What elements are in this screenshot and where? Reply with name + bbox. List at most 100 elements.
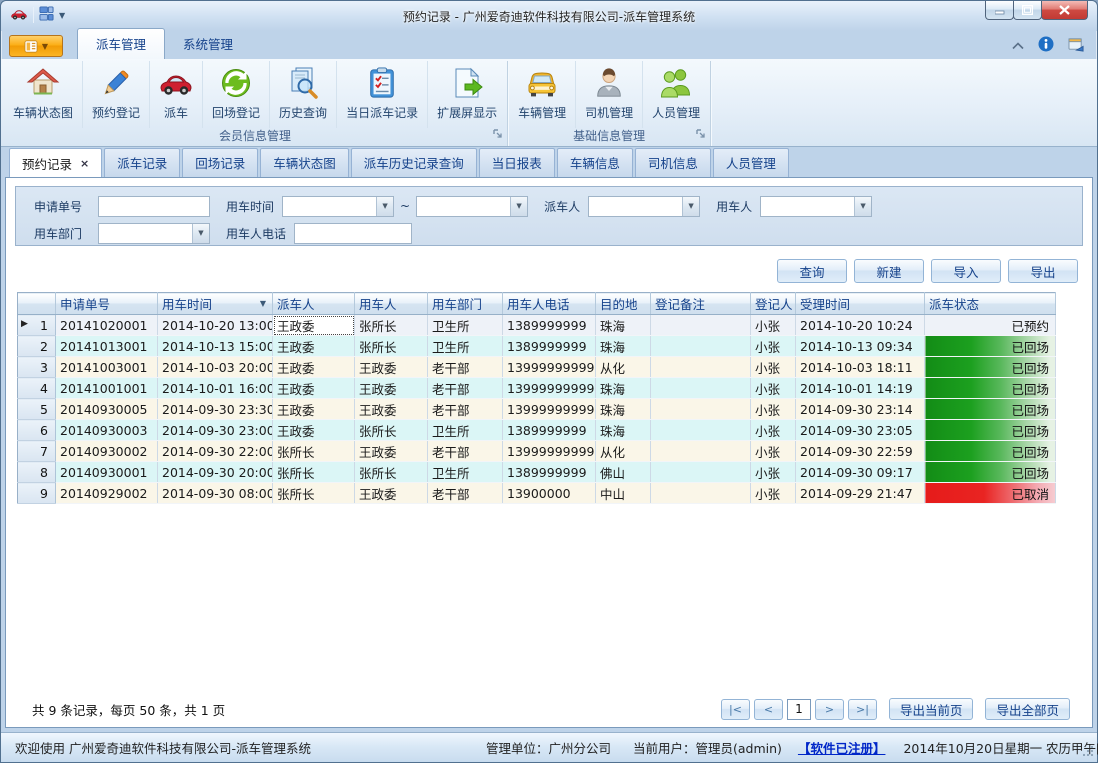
cell[interactable] bbox=[651, 462, 751, 483]
ribbon-tab-dispatch-management[interactable]: 派车管理 bbox=[77, 28, 165, 59]
row-header[interactable]: 7 bbox=[18, 441, 56, 462]
cell[interactable]: 王政委 bbox=[355, 357, 428, 378]
chevron-down-icon[interactable]: ▼ bbox=[510, 197, 527, 216]
cell[interactable]: 小张 bbox=[751, 357, 796, 378]
phone-input[interactable] bbox=[294, 223, 412, 244]
ribbon-button-personnel-management[interactable]: 人员管理 bbox=[642, 61, 709, 128]
cell[interactable] bbox=[651, 357, 751, 378]
column-header-10[interactable]: 派车状态 bbox=[925, 293, 1056, 315]
cell[interactable]: 珠海 bbox=[596, 420, 651, 441]
cell[interactable]: 20140930001 bbox=[56, 462, 158, 483]
doc-tab-6[interactable]: 车辆信息 bbox=[557, 148, 633, 177]
column-header-9[interactable]: 受理时间 bbox=[796, 293, 925, 315]
cell[interactable]: 张所长 bbox=[273, 462, 355, 483]
cell[interactable]: 2014-10-03 20:00 bbox=[158, 357, 273, 378]
cell[interactable]: 张所长 bbox=[355, 336, 428, 357]
cell[interactable] bbox=[651, 399, 751, 420]
maximize-button[interactable] bbox=[1013, 1, 1042, 20]
row-header[interactable]: 9 bbox=[18, 483, 56, 504]
status-badge[interactable]: 已回场 bbox=[925, 336, 1056, 357]
cell[interactable]: 老干部 bbox=[428, 483, 503, 504]
cell[interactable]: 20141013001 bbox=[56, 336, 158, 357]
cell[interactable]: 张所长 bbox=[273, 483, 355, 504]
cell[interactable]: 王政委 bbox=[273, 378, 355, 399]
use-time-to-select[interactable]: ▼ bbox=[416, 196, 528, 217]
column-header-0[interactable]: 申请单号 bbox=[56, 293, 158, 315]
cell[interactable]: 2014-10-01 16:00 bbox=[158, 378, 273, 399]
close-tab-icon[interactable]: × bbox=[80, 157, 89, 170]
column-header-5[interactable]: 用车人电话 bbox=[503, 293, 596, 315]
use-time-from-select[interactable]: ▼ bbox=[282, 196, 394, 217]
export-current-page-button[interactable]: 导出当前页 bbox=[889, 698, 974, 720]
cell[interactable]: 20141020001 bbox=[56, 315, 158, 336]
cell[interactable]: 王政委 bbox=[355, 441, 428, 462]
pager-next-button[interactable]: > bbox=[815, 699, 844, 720]
cell[interactable]: 珠海 bbox=[596, 399, 651, 420]
cell[interactable]: 张所长 bbox=[355, 462, 428, 483]
cell[interactable] bbox=[651, 336, 751, 357]
ribbon-button-return-register[interactable]: 回场登记 bbox=[202, 61, 269, 128]
cell[interactable]: 2014-10-03 18:11 bbox=[796, 357, 925, 378]
cell[interactable]: 王政委 bbox=[273, 357, 355, 378]
status-badge[interactable]: 已预约 bbox=[925, 315, 1056, 336]
cell[interactable]: 卫生所 bbox=[428, 420, 503, 441]
page-number-input[interactable]: 1 bbox=[787, 699, 811, 720]
resize-grip[interactable] bbox=[1083, 745, 1094, 759]
cell[interactable]: 20140930005 bbox=[56, 399, 158, 420]
cell[interactable]: 王政委 bbox=[355, 378, 428, 399]
ribbon-button-today-dispatch-records[interactable]: 当日派车记录 bbox=[336, 61, 427, 128]
status-badge[interactable]: 已回场 bbox=[925, 378, 1056, 399]
info-icon[interactable] bbox=[1038, 36, 1054, 55]
doc-tab-2[interactable]: 回场记录 bbox=[182, 148, 258, 177]
cell[interactable]: 小张 bbox=[751, 336, 796, 357]
cell[interactable]: 老干部 bbox=[428, 399, 503, 420]
cell[interactable]: 2014-09-30 08:00 bbox=[158, 483, 273, 504]
cell[interactable]: 王政委 bbox=[355, 483, 428, 504]
cell[interactable]: 2014-10-13 15:00 bbox=[158, 336, 273, 357]
cell[interactable]: 张所长 bbox=[355, 315, 428, 336]
cell[interactable]: 13900000 bbox=[503, 483, 596, 504]
cell[interactable]: 2014-10-01 14:19 bbox=[796, 378, 925, 399]
column-header-6[interactable]: 目的地 bbox=[596, 293, 651, 315]
cell[interactable]: 2014-09-30 23:05 bbox=[796, 420, 925, 441]
row-header[interactable]: 1▶ bbox=[18, 315, 56, 336]
cell[interactable]: 王政委 bbox=[273, 315, 355, 336]
cell[interactable]: 老干部 bbox=[428, 378, 503, 399]
cell[interactable]: 2014-10-13 09:34 bbox=[796, 336, 925, 357]
cell[interactable]: 2014-09-30 23:30 bbox=[158, 399, 273, 420]
chevron-down-icon[interactable]: ▼ bbox=[854, 197, 871, 216]
column-header-4[interactable]: 用车部门 bbox=[428, 293, 503, 315]
cell[interactable]: 2014-09-30 22:00 bbox=[158, 441, 273, 462]
table-row-4[interactable]: 4201410010012014-10-01 16:00王政委王政委老干部139… bbox=[18, 378, 1056, 399]
minimize-button[interactable] bbox=[985, 1, 1014, 20]
table-row-1[interactable]: 1▶201410200012014-10-20 13:00王政委张所长卫生所13… bbox=[18, 315, 1056, 336]
ribbon-button-vehicle-management[interactable]: 车辆管理 bbox=[509, 61, 575, 128]
status-badge[interactable]: 已回场 bbox=[925, 357, 1056, 378]
cell[interactable]: 2014-09-30 09:17 bbox=[796, 462, 925, 483]
cell[interactable]: 珠海 bbox=[596, 378, 651, 399]
cell[interactable]: 13999999999 bbox=[503, 378, 596, 399]
doc-tab-3[interactable]: 车辆状态图 bbox=[260, 148, 349, 177]
cell[interactable]: 13999999999 bbox=[503, 441, 596, 462]
cell[interactable]: 2014-09-30 20:00 bbox=[158, 462, 273, 483]
query-button[interactable]: 查询 bbox=[777, 259, 847, 283]
cell[interactable]: 20140930003 bbox=[56, 420, 158, 441]
cell[interactable]: 13999999999 bbox=[503, 357, 596, 378]
cell[interactable]: 2014-10-20 13:00 bbox=[158, 315, 273, 336]
cell[interactable]: 1389999999 bbox=[503, 336, 596, 357]
status-badge[interactable]: 已回场 bbox=[925, 420, 1056, 441]
cell[interactable]: 张所长 bbox=[355, 420, 428, 441]
cell[interactable]: 从化 bbox=[596, 441, 651, 462]
doc-tab-5[interactable]: 当日报表 bbox=[479, 148, 555, 177]
cell[interactable] bbox=[651, 420, 751, 441]
cell[interactable]: 20140930002 bbox=[56, 441, 158, 462]
table-row-8[interactable]: 8201409300012014-09-30 20:00张所长张所长卫生所138… bbox=[18, 462, 1056, 483]
cell[interactable]: 老干部 bbox=[428, 441, 503, 462]
cell[interactable]: 卫生所 bbox=[428, 336, 503, 357]
software-registered-link[interactable]: 【软件已注册】 bbox=[798, 738, 886, 757]
table-row-2[interactable]: 2201410130012014-10-13 15:00王政委张所长卫生所138… bbox=[18, 336, 1056, 357]
dialog-launcher-icon[interactable] bbox=[696, 127, 706, 143]
cell[interactable] bbox=[651, 483, 751, 504]
cell[interactable]: 20141001001 bbox=[56, 378, 158, 399]
cell[interactable]: 卫生所 bbox=[428, 462, 503, 483]
